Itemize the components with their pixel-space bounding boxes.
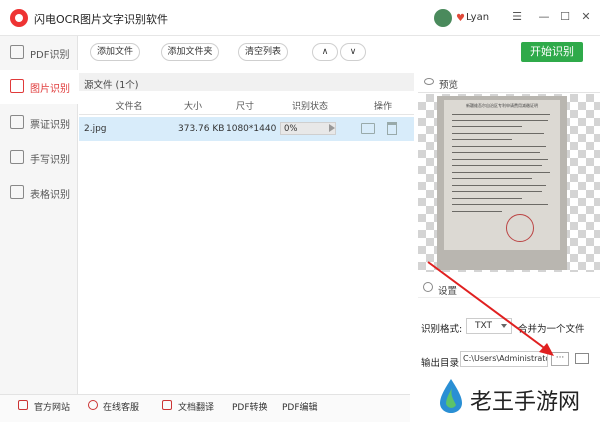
play-icon[interactable]	[329, 124, 335, 132]
sidebar-item-label: 票证识别	[30, 120, 70, 131]
support-icon	[88, 400, 98, 410]
doc-translate-link[interactable]: 文档翻译	[178, 400, 214, 413]
avatar[interactable]	[434, 9, 452, 27]
file-size: 373.76 KB	[178, 124, 225, 134]
add-file-button[interactable]: 添加文件	[90, 43, 140, 61]
close-icon[interactable]: ✕	[578, 10, 594, 23]
progress-text: 0%	[284, 124, 298, 134]
sidebar-item-label: 图片识别	[30, 84, 70, 95]
chevron-right-icon[interactable]: ›	[66, 117, 70, 130]
app-title: 闪电OCR图片文字识别软件	[34, 13, 168, 26]
settings-label: 设置	[438, 286, 458, 297]
trash-icon[interactable]	[387, 122, 397, 135]
online-support-link[interactable]: 在线客服	[103, 400, 139, 413]
format-label: 识别格式:	[421, 324, 463, 335]
eye-icon	[424, 78, 434, 85]
sidebar-item-label: 表格识别	[30, 190, 70, 201]
minimize-icon[interactable]: —	[536, 10, 552, 23]
column-status[interactable]: 识别状态	[285, 99, 335, 112]
sidebar-item-image[interactable]: 图片识别	[0, 70, 78, 104]
column-dimensions[interactable]: 尺寸	[230, 99, 260, 112]
folder-icon[interactable]	[575, 353, 589, 364]
column-actions[interactable]: 操作	[368, 99, 398, 112]
column-size[interactable]: 大小	[178, 99, 208, 112]
official-seal	[506, 214, 534, 242]
vip-heart-icon: ♥	[456, 13, 465, 24]
pdf-convert-link[interactable]: PDF转换	[232, 400, 268, 413]
start-recognition-button[interactable]: 开始识别	[521, 42, 583, 62]
file-dimensions: 1080*1440	[226, 124, 277, 134]
output-dir-label: 输出目录	[421, 358, 460, 369]
sidebar-item-label: 手写识别	[30, 155, 70, 166]
website-icon	[18, 400, 28, 410]
gear-icon	[423, 282, 433, 292]
menu-icon[interactable]: ☰	[509, 10, 525, 23]
sidebar-item-table[interactable]: 表格识别	[0, 176, 78, 210]
app-logo-icon	[10, 9, 28, 27]
watermark-text: 老王手游网	[470, 390, 581, 415]
table-icon	[10, 185, 24, 199]
document-heading: 新疆维吾尔自治区专利申请费用减缴证明	[466, 103, 538, 108]
watermark-logo-icon	[440, 379, 462, 413]
output-path-input[interactable]: C:\Users\Administrator\	[460, 351, 548, 367]
browse-button[interactable]: ···	[551, 352, 569, 366]
add-folder-button[interactable]: 添加文件夹	[161, 43, 219, 61]
translate-icon	[162, 400, 172, 410]
open-folder-icon[interactable]	[361, 123, 375, 134]
sidebar-item-pdf[interactable]: PDF识别	[0, 36, 78, 70]
image-icon	[10, 79, 24, 93]
handwriting-icon	[10, 150, 24, 164]
sidebar-item-label: PDF识别	[30, 50, 70, 61]
pdf-icon	[10, 45, 24, 59]
username[interactable]: Lyan	[466, 12, 489, 23]
move-up-button[interactable]: ∧	[312, 43, 338, 61]
preview-label: 预览	[439, 80, 459, 91]
clear-list-button[interactable]: 清空列表	[238, 43, 288, 61]
file-name: 2.jpg	[84, 124, 107, 134]
sidebar-item-handwriting[interactable]: 手写识别	[0, 141, 78, 175]
column-filename[interactable]: 文件名	[104, 99, 154, 112]
ticket-icon	[10, 115, 24, 129]
official-website-link[interactable]: 官方网站	[34, 400, 70, 413]
move-down-button[interactable]: ∨	[340, 43, 366, 61]
source-files-label: 源文件 (1个)	[84, 80, 139, 91]
document-page	[444, 100, 560, 250]
format-value: TXT	[475, 321, 493, 331]
maximize-icon[interactable]: ☐	[557, 10, 573, 23]
chevron-down-icon	[501, 324, 507, 328]
pdf-edit-link[interactable]: PDF编辑	[282, 400, 318, 413]
merge-files-option[interactable]: 合并为一个文件	[518, 321, 585, 335]
